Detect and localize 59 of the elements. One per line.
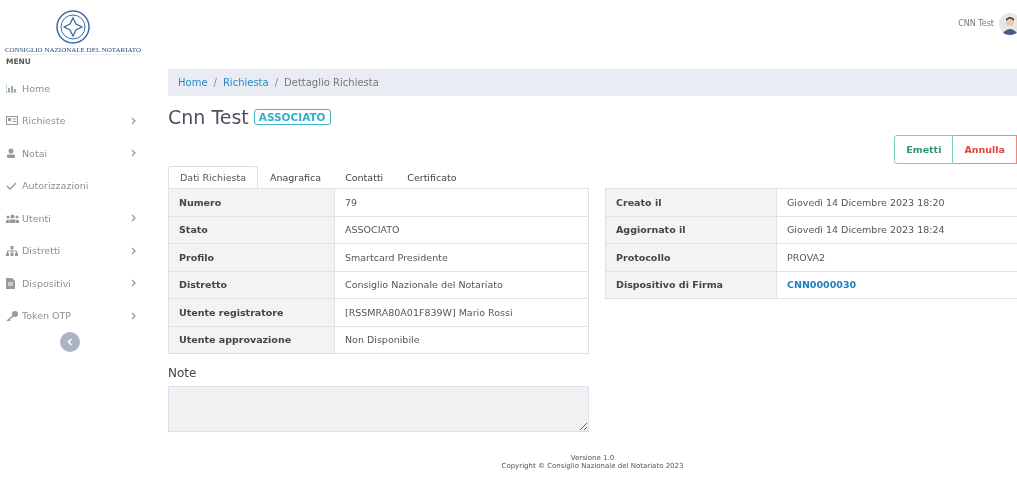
field-label: Creato il <box>605 188 777 216</box>
bar-chart-icon <box>6 83 17 93</box>
field-value: Smartcard Presidente <box>334 243 589 271</box>
emblem-icon <box>56 10 90 44</box>
field-label: Aggiornato il <box>605 216 777 244</box>
field-label: Utente registratore <box>168 298 335 326</box>
users-icon <box>6 213 19 223</box>
field-value: Giovedì 14 Dicembre 2023 18:20 <box>776 188 1017 216</box>
sidebar-item[interactable]: Notai <box>6 137 140 170</box>
field-label: Profilo <box>168 243 335 271</box>
breadcrumb-link[interactable]: Richiesta <box>222 77 269 88</box>
breadcrumb-current: Dettaglio Richiesta <box>284 77 379 88</box>
key-icon <box>6 310 18 321</box>
field-label: Numero <box>168 188 335 216</box>
field-value: [RSSMRA80A01F839W] Mario Rossi <box>334 298 589 326</box>
document-icon <box>6 277 15 289</box>
tab[interactable]: Anagrafica <box>258 166 334 188</box>
field-label: Dispositivo di Firma <box>605 271 777 299</box>
breadcrumb-link[interactable]: Home <box>178 77 208 88</box>
note-label: Note <box>168 366 198 380</box>
action-button[interactable]: Emetti <box>894 135 954 164</box>
field-label: Utente approvazione <box>168 326 335 354</box>
chevron-right-icon <box>131 214 136 223</box>
field-value: Non Disponibile <box>334 326 589 354</box>
chevron-right-icon <box>131 246 136 255</box>
id-card-icon <box>6 116 18 126</box>
chevron-right-icon <box>131 279 136 288</box>
sidebar-item[interactable]: Richieste <box>6 104 140 137</box>
sidebar-item[interactable]: Utenti <box>6 202 140 235</box>
tab[interactable]: Contatti <box>333 166 396 188</box>
sidebar-item[interactable]: Distretti <box>6 234 140 267</box>
tab[interactable]: Dati Richiesta <box>168 166 258 188</box>
status-badge: ASSOCIATO <box>253 109 331 125</box>
chevron-right-icon <box>131 311 136 320</box>
field-label: Stato <box>168 216 335 244</box>
collapse-sidebar-button[interactable] <box>60 332 80 352</box>
field-value: Consiglio Nazionale del Notariato <box>334 271 589 299</box>
chevron-left-icon <box>67 338 73 346</box>
page-title: Cnn Test <box>168 106 249 128</box>
field-value: 79 <box>334 188 589 216</box>
chevron-right-icon <box>131 116 136 125</box>
sidebar-item[interactable]: Home <box>6 72 140 105</box>
avatar-icon[interactable] <box>999 13 1017 35</box>
sidebar-item[interactable]: Autorizzazioni <box>6 169 140 202</box>
field-label: Protocollo <box>605 243 777 271</box>
breadcrumb-separator: / <box>274 77 279 88</box>
sitemap-icon <box>6 245 18 256</box>
field-value: ASSOCIATO <box>334 216 589 244</box>
sidebar-item[interactable]: Token OTP <box>6 299 140 332</box>
tab[interactable]: Certificato <box>395 166 469 188</box>
breadcrumb-separator: / <box>213 77 217 88</box>
user-icon <box>6 148 16 159</box>
chevron-right-icon <box>131 149 136 158</box>
user-name[interactable]: CNN Test <box>958 19 994 28</box>
note-field[interactable] <box>168 386 589 432</box>
sidebar-item[interactable]: Dispositivi <box>6 267 140 300</box>
action-button[interactable]: Annulla <box>953 135 1017 164</box>
field-label: Distretto <box>168 271 335 299</box>
check-icon <box>6 181 17 190</box>
